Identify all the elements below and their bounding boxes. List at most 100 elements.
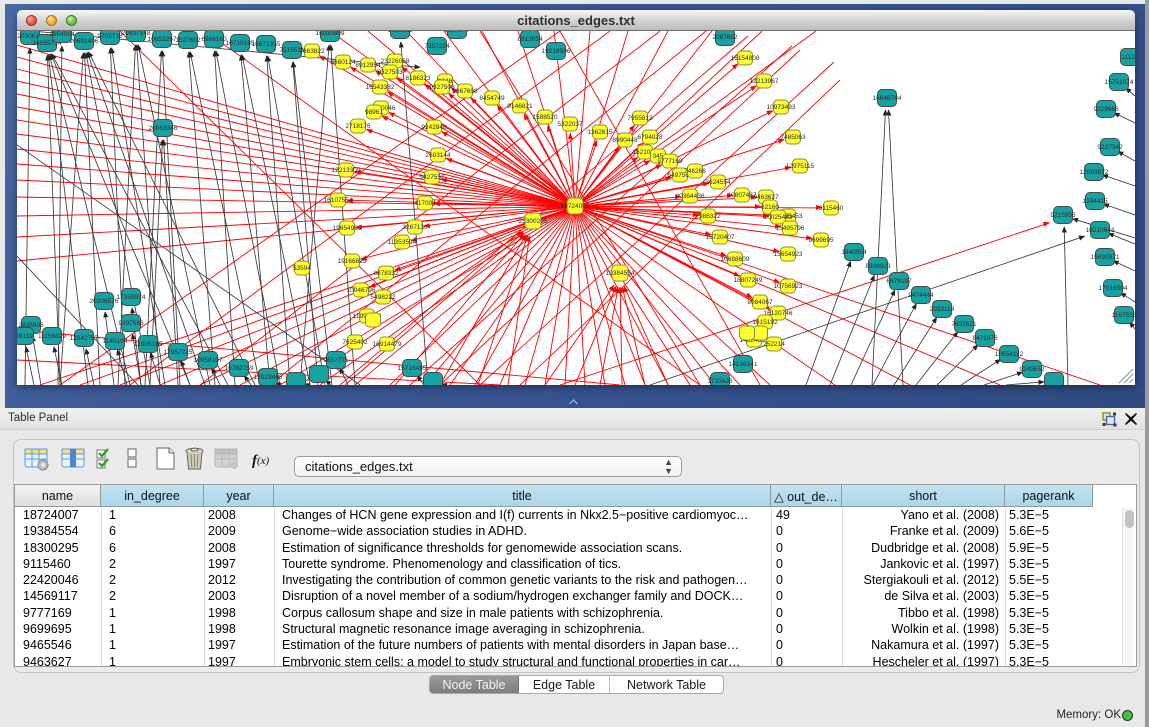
svg-text:16914479: 16914479 — [373, 341, 402, 348]
svg-text:7357224: 7357224 — [424, 43, 450, 50]
svg-text:23226058: 23226058 — [381, 58, 410, 65]
svg-text:9242848: 9242848 — [421, 124, 447, 131]
svg-text:39119: 39119 — [17, 333, 33, 340]
svg-text:252214: 252214 — [763, 341, 785, 348]
svg-text:2933114: 2933114 — [930, 306, 955, 313]
svg-text:8912954: 8912954 — [355, 62, 381, 69]
svg-text:18724007: 18724007 — [561, 203, 590, 210]
svg-text:19384554: 19384554 — [606, 270, 635, 277]
svg-text:7485063: 7485063 — [780, 134, 806, 141]
svg-text:19166825: 19166825 — [338, 258, 367, 265]
svg-text:8878332: 8878332 — [373, 270, 399, 277]
svg-text:417004: 417004 — [414, 200, 436, 207]
svg-text:2087652: 2087652 — [712, 34, 738, 41]
svg-text:12905185: 12905185 — [134, 341, 163, 348]
svg-text:3267130: 3267130 — [402, 224, 428, 231]
svg-text:9427552: 9427552 — [419, 174, 445, 181]
svg-text:10653267: 10653267 — [148, 36, 177, 43]
svg-text:9397586: 9397586 — [118, 320, 144, 327]
svg-text:12942757: 12942757 — [70, 335, 99, 342]
svg-text:9327503: 9327503 — [377, 69, 403, 76]
svg-text:9777169: 9777169 — [657, 158, 683, 165]
svg-text:9327508: 9327508 — [429, 84, 455, 91]
svg-text:9146821: 9146821 — [507, 103, 533, 110]
svg-text:15692971: 15692971 — [1091, 254, 1120, 261]
svg-text:1527602: 1527602 — [175, 37, 201, 44]
svg-text:16671355: 16671355 — [252, 41, 281, 48]
svg-text:12923468: 12923468 — [254, 374, 283, 381]
svg-text:1858811: 1858811 — [388, 31, 413, 34]
svg-text:6879197: 6879197 — [886, 278, 912, 285]
svg-text:15751074: 15751074 — [1105, 79, 1134, 86]
svg-text:15495796: 15495796 — [776, 225, 805, 232]
svg-text:16107554: 16107554 — [324, 197, 353, 204]
svg-text:2954084: 2954084 — [49, 31, 75, 38]
svg-text:8471676: 8471676 — [972, 335, 998, 342]
svg-text:18807249: 18807249 — [734, 277, 763, 284]
svg-text:2718176: 2718176 — [345, 123, 371, 130]
svg-text:7632621: 7632621 — [951, 321, 977, 328]
svg-text:9474444: 9474444 — [908, 292, 934, 299]
svg-text:12975115: 12975115 — [786, 163, 815, 170]
svg-text:9215955: 9215955 — [1050, 212, 1076, 219]
svg-text:16543382: 16543382 — [366, 84, 395, 91]
svg-text:3624554: 3624554 — [705, 179, 731, 186]
svg-text:10046796: 10046796 — [347, 287, 376, 294]
svg-text:1733426: 1733426 — [707, 378, 733, 385]
svg-text:53594: 53594 — [293, 265, 311, 272]
svg-text:(x): (x) — [257, 455, 270, 467]
svg-text:7663822: 7663822 — [299, 48, 325, 55]
svg-text:17016504: 17016504 — [1099, 285, 1128, 292]
svg-text:16782759: 16782759 — [225, 365, 254, 372]
svg-text:1615192: 1615192 — [752, 319, 778, 326]
svg-text:6966160: 6966160 — [201, 36, 227, 43]
svg-text:8938923: 8938923 — [865, 263, 891, 270]
svg-text:9884977: 9884977 — [444, 31, 470, 34]
svg-text:5322037: 5322037 — [557, 121, 583, 128]
svg-text:9657771: 9657771 — [323, 357, 349, 364]
svg-text:2603144: 2603144 — [425, 152, 451, 159]
svg-text:16033809: 16033809 — [316, 31, 345, 37]
svg-text:1167533: 1167533 — [1112, 312, 1135, 319]
svg-text:8186323: 8186323 — [405, 75, 431, 82]
svg-text:8660124: 8660124 — [330, 59, 356, 66]
svg-text:20053346: 20053346 — [149, 125, 178, 132]
svg-text:15720407: 15720407 — [706, 234, 735, 241]
svg-text:20691406: 20691406 — [70, 38, 99, 45]
svg-text:9227342: 9227342 — [1097, 144, 1123, 151]
svg-text:15654923: 15654923 — [774, 251, 803, 258]
svg-text:7625402: 7625402 — [342, 339, 368, 346]
svg-text:10756923: 10756923 — [774, 283, 803, 290]
svg-text:6794028: 6794028 — [637, 134, 663, 141]
svg-text:7986322: 7986322 — [695, 213, 721, 220]
svg-text:1640954: 1640954 — [841, 249, 867, 256]
svg-text:8813054: 8813054 — [517, 36, 543, 43]
svg-text:9329966: 9329966 — [1093, 106, 1119, 113]
svg-text:16154808: 16154808 — [731, 55, 760, 62]
svg-text:14136141: 14136141 — [729, 361, 758, 368]
svg-text:10025483: 10025483 — [764, 214, 793, 221]
svg-text:8454749: 8454749 — [479, 95, 505, 102]
svg-text:12213967: 12213967 — [750, 78, 779, 85]
svg-text:12213309: 12213309 — [332, 167, 361, 174]
svg-text:5498222: 5498222 — [370, 294, 396, 301]
svg-text:9705718: 9705718 — [97, 33, 123, 40]
svg-text:10654112: 10654112 — [995, 351, 1024, 358]
svg-text:10973493: 10973493 — [767, 104, 796, 111]
svg-text:11120: 11120 — [1121, 54, 1135, 61]
svg-text:12093872: 12093872 — [1080, 169, 1109, 176]
svg-text:10958107: 10958107 — [194, 357, 223, 364]
svg-text:17957225: 17957225 — [164, 349, 193, 356]
svg-text:9245652: 9245652 — [1019, 366, 1045, 373]
svg-text:1145194: 1145194 — [103, 338, 128, 345]
svg-text:25300205: 25300205 — [519, 218, 548, 225]
svg-text:98961: 98961 — [365, 109, 383, 116]
svg-text:20937148: 20937148 — [122, 31, 151, 37]
svg-text:9084067: 9084067 — [747, 299, 773, 306]
svg-text:15716485: 15716485 — [398, 365, 427, 372]
svg-text:11353594: 11353594 — [388, 239, 417, 246]
svg-text:11156829: 11156829 — [38, 333, 66, 340]
svg-text:20364436: 20364436 — [676, 193, 705, 200]
svg-text:10719185: 10719185 — [226, 40, 255, 47]
svg-text:1362615: 1362615 — [587, 129, 613, 136]
